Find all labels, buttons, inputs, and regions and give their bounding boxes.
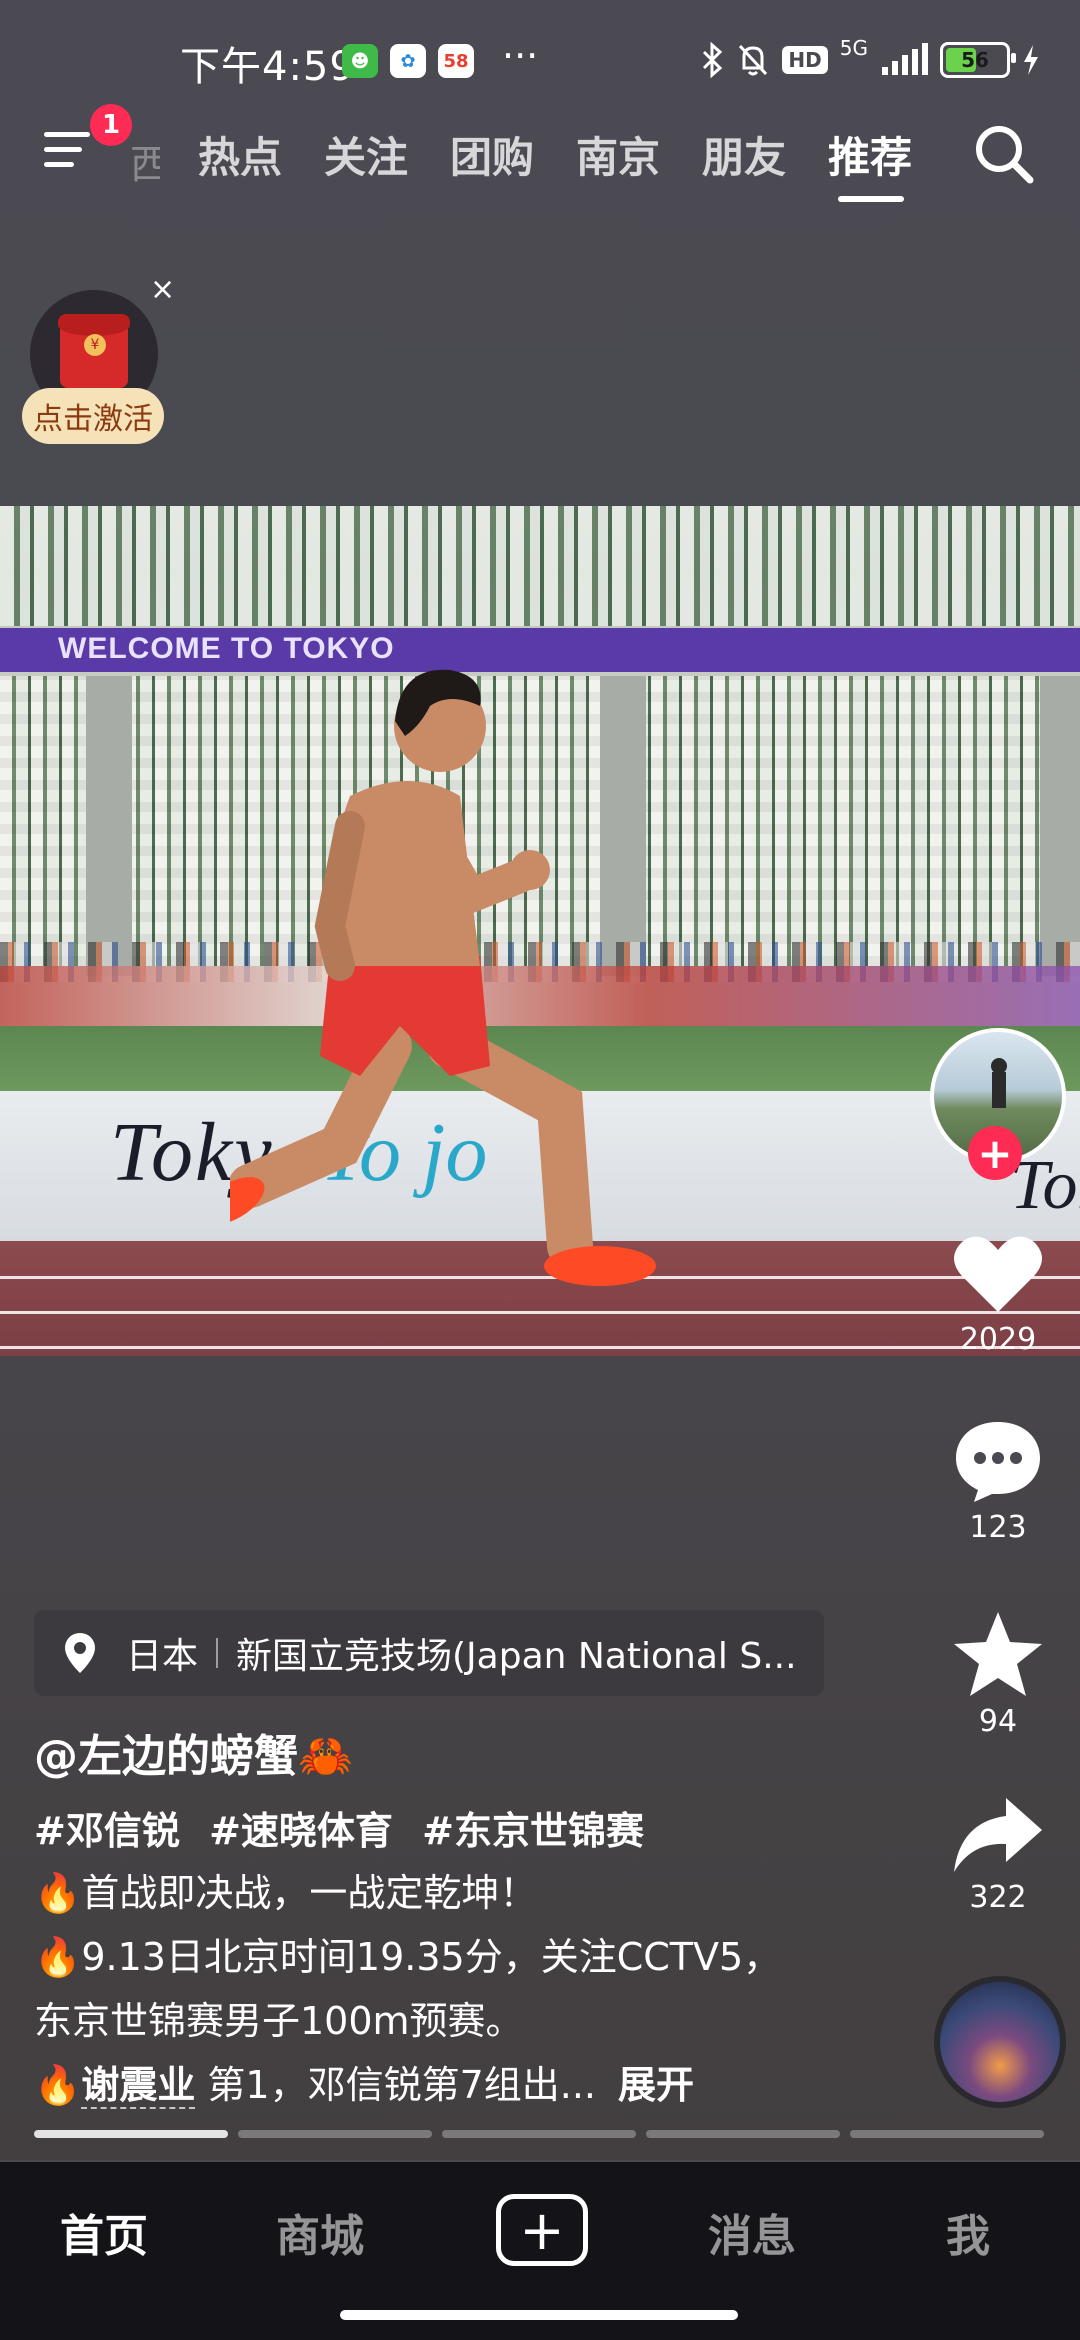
app-58-icon: 58 xyxy=(438,44,474,78)
home-indicator[interactable] xyxy=(340,2310,738,2320)
description-emoji: 🔥 xyxy=(34,2063,82,2107)
location-separator xyxy=(216,1638,219,1668)
heart-icon xyxy=(954,1236,1042,1312)
favorite-count: 94 xyxy=(978,1704,1018,1739)
tab-group-buy[interactable]: 团购 xyxy=(450,124,534,185)
favorite-button[interactable]: 94 xyxy=(940,1610,1056,1739)
story-progress-segment xyxy=(238,2130,432,2138)
story-progress-segment xyxy=(442,2130,636,2138)
story-progress-segment xyxy=(850,2130,1044,2138)
description-line: 🔥谢震业 第1，邓信锐第7组出... 展开 xyxy=(34,2054,694,2109)
share-arrow-icon xyxy=(954,1798,1042,1872)
search-icon[interactable] xyxy=(968,118,1040,190)
follow-button[interactable]: + xyxy=(968,1126,1022,1180)
tab-partial[interactable]: 西 xyxy=(130,132,160,190)
sprinter-figure xyxy=(230,669,656,1286)
red-envelope-icon: ¥ xyxy=(58,314,130,388)
tab-friends[interactable]: 朋友 xyxy=(702,124,786,185)
bottom-nav: 首页 商城 + 消息 我 xyxy=(0,2162,1080,2340)
hashtag[interactable]: #速晓体育 xyxy=(209,1809,393,1853)
battery-level: 56 xyxy=(961,48,989,72)
cloud-app-icon: ✿ xyxy=(390,44,426,78)
description-text: 第1，邓信锐第7组出... xyxy=(195,2063,597,2107)
mention-link[interactable]: 谢震业 xyxy=(81,2063,196,2109)
hashtag-row: #邓信锐 #速晓体育 #东京世锦赛 xyxy=(34,1800,660,1855)
music-disc-icon[interactable] xyxy=(934,1976,1066,2108)
more-notifications-icon: ··· xyxy=(502,34,539,78)
location-chip[interactable]: 日本 新国立竞技场(Japan National S... xyxy=(34,1610,824,1696)
network-type: 5G xyxy=(839,36,868,60)
tab-following[interactable]: 关注 xyxy=(324,124,408,185)
description-line: 东京世锦赛男子100m预赛。 xyxy=(34,1999,524,2043)
nav-home[interactable]: 首页 xyxy=(60,2200,148,2264)
star-icon xyxy=(954,1612,1042,1696)
tab-recommended[interactable]: 推荐 xyxy=(828,124,912,185)
screen: 下午4:59 ☻ ✿ 58 ··· HD 5G 56 1 西 热点 关注 团购 … xyxy=(0,0,1080,2160)
like-count: 2029 xyxy=(959,1322,1037,1357)
create-post-button[interactable]: + xyxy=(496,2194,588,2266)
comment-count: 123 xyxy=(969,1510,1027,1545)
menu-notification-badge: 1 xyxy=(90,104,132,146)
charging-icon xyxy=(1024,45,1038,75)
bluetooth-icon xyxy=(703,42,723,78)
status-time: 下午4:59 xyxy=(180,44,356,90)
nav-me[interactable]: 我 xyxy=(946,2200,990,2264)
expand-button[interactable]: 展开 xyxy=(618,2063,694,2107)
tab-hot[interactable]: 热点 xyxy=(198,124,282,185)
location-pin-icon xyxy=(65,1633,95,1673)
nav-messages[interactable]: 消息 xyxy=(708,2200,796,2264)
nav-mall[interactable]: 商城 xyxy=(276,2200,364,2264)
stand-aisle xyxy=(86,676,132,976)
comment-button[interactable]: 123 xyxy=(940,1418,1056,1545)
story-progress-segment xyxy=(34,2130,228,2138)
active-tab-indicator xyxy=(838,196,904,202)
stadium-stands-top xyxy=(0,506,1080,626)
status-bar: 下午4:59 ☻ ✿ 58 ··· HD 5G 56 xyxy=(0,0,1080,120)
story-progress-segment xyxy=(646,2130,840,2138)
comment-icon xyxy=(956,1422,1040,1502)
status-right: HD 5G 56 xyxy=(700,36,1040,84)
wechat-app-icon: ☻ xyxy=(342,44,378,78)
share-button[interactable]: 322 xyxy=(940,1796,1056,1915)
author-name[interactable]: @左边的螃蟹🦀 xyxy=(34,1720,353,1784)
location-country: 日本 xyxy=(126,1636,199,1677)
location-place: 新国立竞技场(Japan National S... xyxy=(236,1636,797,1677)
lane-line xyxy=(0,1346,1080,1349)
stand-aisle xyxy=(1040,676,1080,976)
red-packet-activate-button[interactable]: 点击激活 xyxy=(22,388,164,444)
share-count: 322 xyxy=(969,1880,1027,1915)
description-line: 🔥9.13日北京时间19.35分，关注CCTV5， xyxy=(34,1935,782,1979)
battery-icon: 56 xyxy=(940,42,1016,78)
menu-button[interactable] xyxy=(44,128,96,172)
description-line: 🔥首战即决战，一战定乾坤！ xyxy=(34,1871,538,1915)
like-button[interactable]: 2029 xyxy=(940,1232,1056,1357)
hd-badge: HD xyxy=(782,46,828,74)
coin-icon: ¥ xyxy=(84,334,106,356)
hashtag[interactable]: #东京世锦赛 xyxy=(422,1809,644,1853)
tab-nanjing[interactable]: 南京 xyxy=(576,124,660,185)
red-packet-close-icon[interactable]: × xyxy=(150,272,175,307)
video-frame[interactable]: WELCOME TO TOKYO Toky To jo Tok xyxy=(0,506,1080,1356)
signal-icon xyxy=(882,43,928,75)
hashtag[interactable]: #邓信锐 xyxy=(34,1809,180,1853)
bell-muted-icon xyxy=(739,44,768,76)
